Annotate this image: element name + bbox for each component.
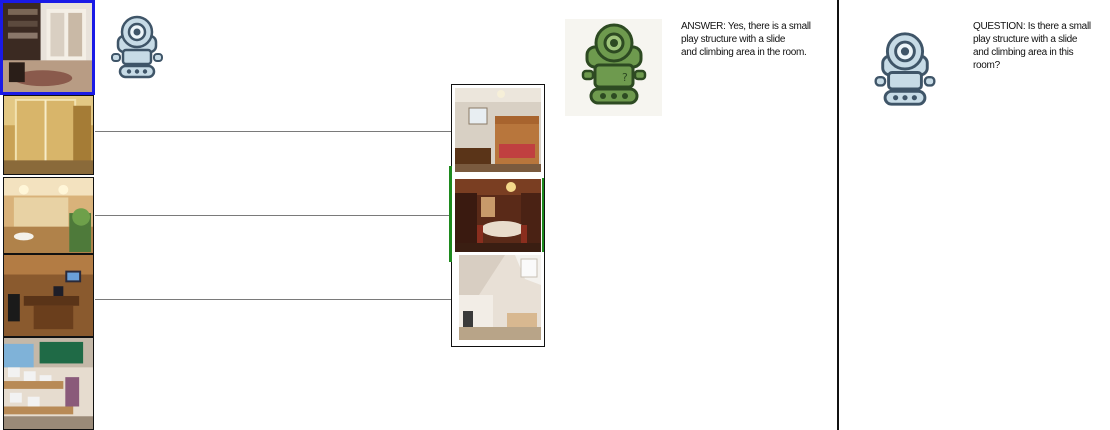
question-text: QUESTION: Is there a small play structur… [973,20,1105,72]
answer-text: ANSWER: Yes, there is a small play struc… [681,20,831,59]
answer-text-line: and climbing area in the room. [681,47,807,58]
left-image-computer-office[interactable] [3,254,94,337]
highlight-bar [542,178,544,252]
left-image-vanity-bathroom[interactable] [3,177,94,254]
answer-text-line: play structure with a slide [681,34,786,45]
blue-robot-icon [108,14,166,80]
svg-text:?: ? [622,71,628,84]
answer-bot-tile: ? [565,19,662,116]
green-robot-icon: ? [581,23,647,105]
question-text-line: QUESTION: Is there a small [973,21,1091,32]
connector-line [95,215,452,216]
question-text-line: play structure with a slide [973,34,1078,45]
answer-text-line: ANSWER: Yes, there is a small [681,21,811,32]
connector-line [95,131,452,132]
highlight-bar [449,166,452,262]
question-text-line: and climbing area in this [973,47,1074,58]
question-text-line: room? [973,60,1000,71]
left-image-glass-shower-bathroom[interactable] [3,95,94,175]
left-image-walk-in-closet[interactable] [0,0,95,95]
middle-image-dining-room[interactable] [455,179,541,252]
panel-divider [837,0,839,430]
middle-image-attic-bedroom[interactable] [459,255,541,340]
blue-robot-icon [871,30,939,108]
connector-line [95,299,452,300]
left-image-computer-classroom[interactable] [3,337,94,430]
middle-image-bunk-bed-bedroom[interactable] [455,88,541,172]
